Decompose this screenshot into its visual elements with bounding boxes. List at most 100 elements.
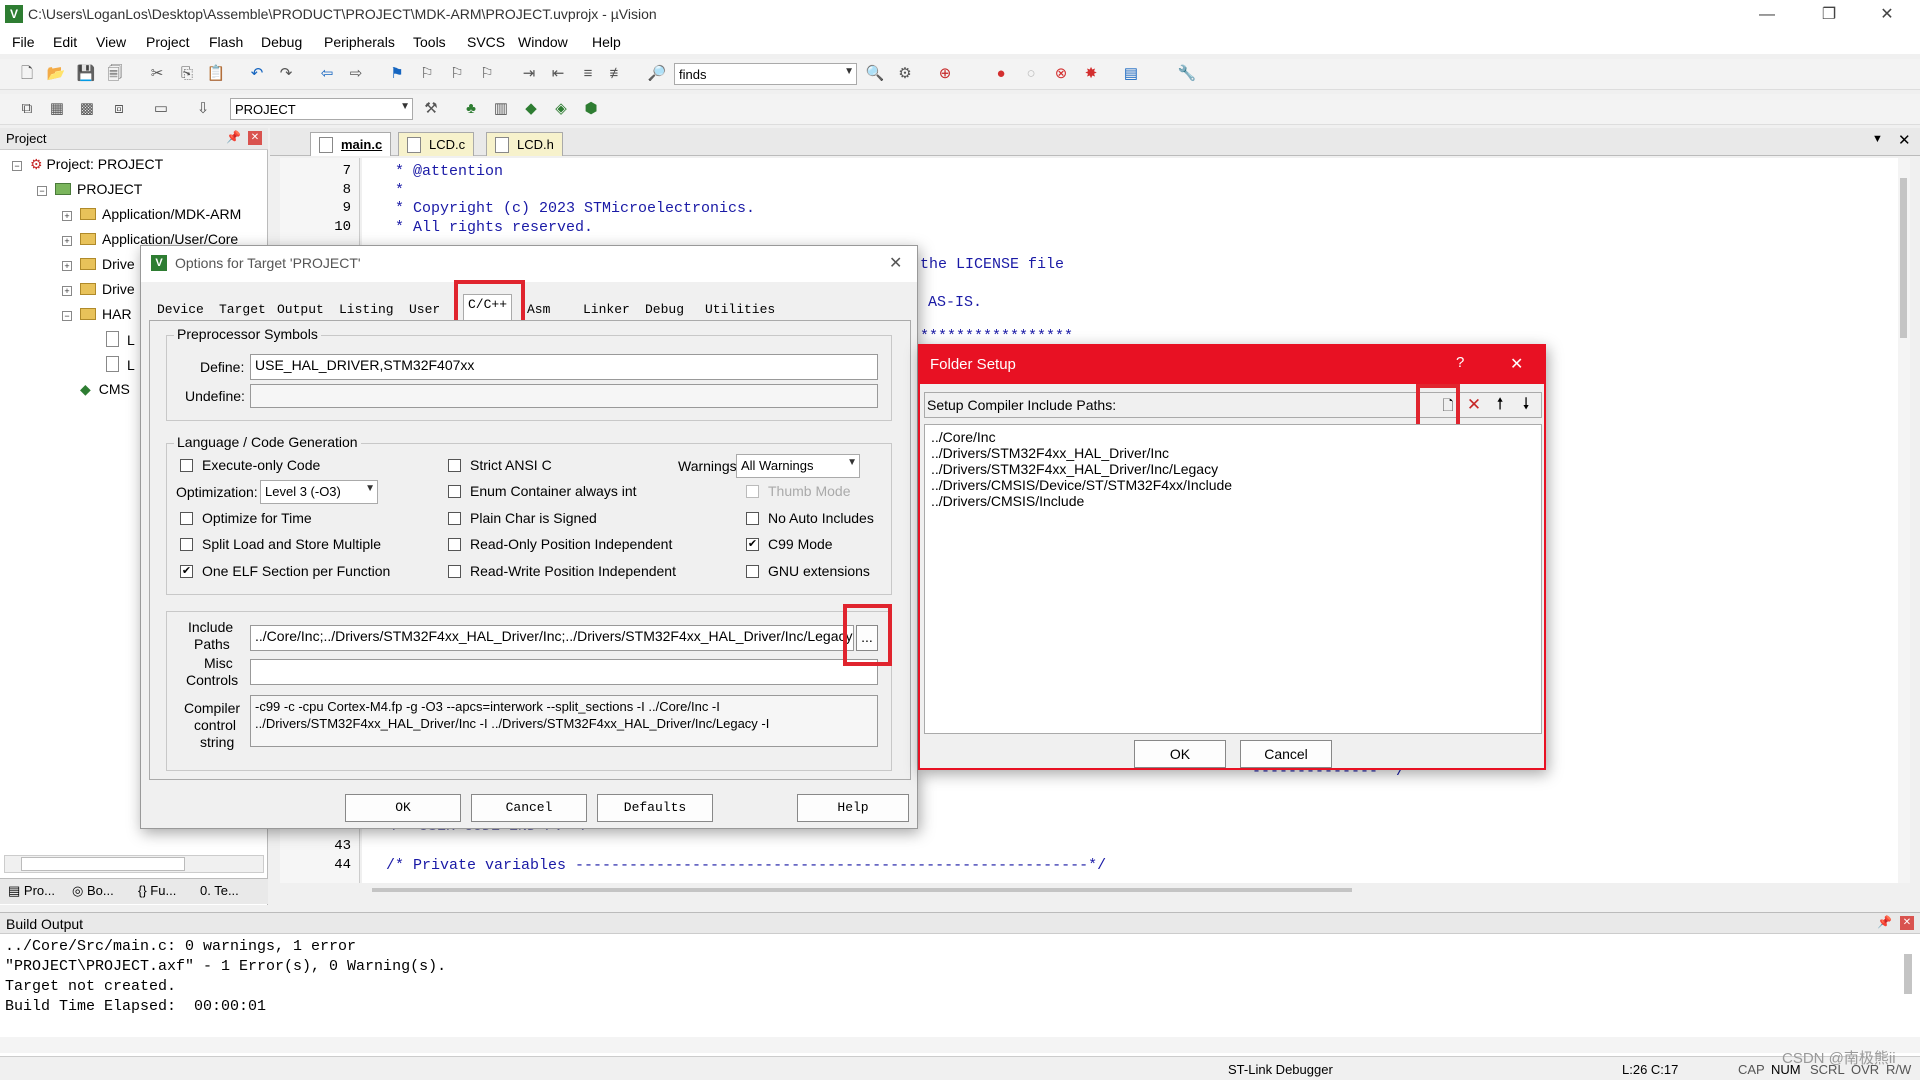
tree-file[interactable]: L [106, 356, 135, 373]
expand-icon[interactable]: + [62, 286, 72, 296]
save-icon[interactable]: 💾 [75, 63, 97, 85]
nav-forward-icon[interactable]: ⇨ [345, 63, 367, 85]
redo-icon[interactable]: ↷ [275, 63, 297, 85]
ro-pos-checkbox[interactable] [448, 538, 461, 551]
include-path-item[interactable]: ../Drivers/CMSIS/Include [931, 493, 1084, 509]
software-packs-icon[interactable]: ⬢ [580, 98, 602, 120]
copy-icon[interactable]: ⎘ [176, 63, 198, 85]
expand-icon[interactable]: + [62, 261, 72, 271]
menu-edit[interactable]: Edit [53, 34, 77, 50]
tab-main-c[interactable]: main.c [310, 132, 392, 156]
disable-all-breakpoints-icon[interactable]: ⊗ [1050, 63, 1072, 85]
build-vscroll-thumb[interactable] [1904, 954, 1912, 994]
help-button[interactable]: Help [797, 794, 909, 822]
tree-root[interactable]: ⚙ Project: PROJECT [30, 156, 163, 173]
include-paths-input[interactable]: ../Core/Inc;../Drivers/STM32F4xx_HAL_Dri… [250, 625, 854, 651]
c99-checkbox[interactable]: ✔ [746, 538, 759, 551]
window-layout-icon[interactable]: ▤ [1120, 63, 1142, 85]
nav-back-icon[interactable]: ⇦ [316, 63, 338, 85]
breakpoint-icon[interactable]: ● [990, 63, 1012, 85]
build-hscrollbar[interactable] [0, 1037, 1920, 1053]
cancel-button[interactable]: Cancel [1240, 740, 1332, 768]
one-elf-checkbox[interactable]: ✔ [180, 565, 193, 578]
include-path-item[interactable]: ../Drivers/STM32F4xx_HAL_Driver/Inc [931, 445, 1169, 461]
menu-project[interactable]: Project [146, 34, 190, 50]
uncomment-icon[interactable]: ≢ [606, 63, 628, 85]
tab-linker[interactable]: Linker [579, 298, 634, 321]
bookmark-icon[interactable]: ⚑ [386, 63, 408, 85]
collapse-icon[interactable]: − [62, 311, 72, 321]
tree-group[interactable]: Application/MDK-ARM [80, 206, 241, 222]
build-output[interactable]: ../Core/Src/main.c: 0 warnings, 1 error … [0, 934, 1920, 1056]
include-path-item[interactable]: ../Drivers/STM32F4xx_HAL_Driver/Inc/Lega… [931, 461, 1218, 477]
paste-icon[interactable]: 📋 [205, 63, 227, 85]
translate-icon[interactable]: ⧉ [16, 98, 38, 120]
define-input[interactable]: USE_HAL_DRIVER,STM32F407xx [250, 354, 878, 380]
tab-list-icon[interactable]: ▼ [1872, 133, 1883, 145]
optimize-time-checkbox[interactable] [180, 512, 193, 525]
select-packs-icon[interactable]: ▥ [490, 98, 512, 120]
download-icon[interactable]: ⇩ [192, 98, 214, 120]
close-dialog-button[interactable]: ✕ [1510, 354, 1523, 374]
gnu-ext-checkbox[interactable] [746, 565, 759, 578]
strict-ansi-checkbox[interactable] [448, 459, 461, 472]
enum-container-checkbox[interactable] [448, 485, 461, 498]
menu-svcs[interactable]: SVCS [467, 34, 505, 50]
undefine-input[interactable] [250, 384, 878, 408]
menu-flash[interactable]: Flash [209, 34, 243, 50]
tab-utilities[interactable]: Utilities [701, 298, 779, 321]
ok-button[interactable]: OK [1134, 740, 1226, 768]
prev-bookmark-icon[interactable]: ⚐ [416, 63, 438, 85]
warnings-select[interactable]: All Warnings ▼ [736, 454, 860, 478]
tab-templates[interactable]: 0. Te... [200, 883, 239, 898]
cut-icon[interactable]: ✂ [146, 63, 168, 85]
clear-bookmarks-icon[interactable]: ⚐ [476, 63, 498, 85]
options-for-target-icon[interactable]: ⚒ [420, 98, 442, 120]
thumb-mode-checkbox[interactable] [746, 485, 759, 498]
split-load-checkbox[interactable] [180, 538, 193, 551]
tab-project[interactable]: ▤ Pro... [8, 883, 55, 899]
tree-group[interactable]: Drive [80, 281, 135, 297]
expand-icon[interactable]: + [62, 211, 72, 221]
execute-only-checkbox[interactable] [180, 459, 193, 472]
tab-device[interactable]: Device [153, 298, 208, 321]
comment-icon[interactable]: ≡ [577, 63, 599, 85]
project-hscrollbar[interactable] [4, 855, 264, 873]
tree-cmsis[interactable]: ◆ CMS [80, 381, 130, 398]
restore-button[interactable]: ❐ [1806, 0, 1852, 30]
tree-group[interactable]: Drive [80, 256, 135, 272]
build-icon[interactable]: ▦ [46, 98, 68, 120]
scroll-thumb[interactable] [21, 857, 185, 871]
editor-vscrollbar[interactable] [1898, 158, 1910, 883]
find-replace-icon[interactable]: ⚙ [894, 63, 916, 85]
close-tab-icon[interactable]: ✕ [1898, 131, 1911, 149]
menu-tools[interactable]: Tools [413, 34, 446, 50]
menu-file[interactable]: File [12, 34, 35, 50]
batch-build-icon[interactable]: ⧈ [108, 98, 130, 120]
tab-asm[interactable]: Asm [523, 298, 554, 321]
tab-target[interactable]: Target [215, 298, 270, 321]
plain-char-checkbox[interactable] [448, 512, 461, 525]
kill-breakpoints-icon[interactable]: ✸ [1080, 63, 1102, 85]
disable-breakpoint-icon[interactable]: ○ [1020, 63, 1042, 85]
find-combo[interactable]: finds ▼ [674, 63, 857, 85]
tab-functions[interactable]: {} Fu... [138, 883, 176, 898]
save-all-icon[interactable]: 🗐 [104, 63, 126, 85]
include-path-item[interactable]: ../Core/Inc [931, 429, 996, 445]
tab-user[interactable]: User [405, 298, 444, 321]
menu-window[interactable]: Window [518, 34, 568, 50]
pin-icon[interactable]: 📌 [1877, 915, 1892, 929]
next-bookmark-icon[interactable]: ⚐ [446, 63, 468, 85]
move-up-icon[interactable]: 🠕 [1489, 394, 1511, 416]
collapse-icon[interactable]: − [12, 161, 22, 171]
misc-controls-input[interactable] [250, 659, 878, 685]
find-in-files-icon[interactable]: 🔎 [646, 63, 668, 85]
unindent-icon[interactable]: ⇤ [547, 63, 569, 85]
close-panel-icon[interactable]: ✕ [248, 131, 262, 145]
target-select[interactable]: PROJECT ▼ [230, 98, 413, 120]
minimize-button[interactable]: — [1744, 0, 1790, 30]
delete-icon[interactable]: ✕ [1463, 394, 1485, 416]
menu-peripherals[interactable]: Peripherals [324, 34, 395, 50]
collapse-icon[interactable]: − [37, 186, 47, 196]
cancel-button[interactable]: Cancel [471, 794, 587, 822]
